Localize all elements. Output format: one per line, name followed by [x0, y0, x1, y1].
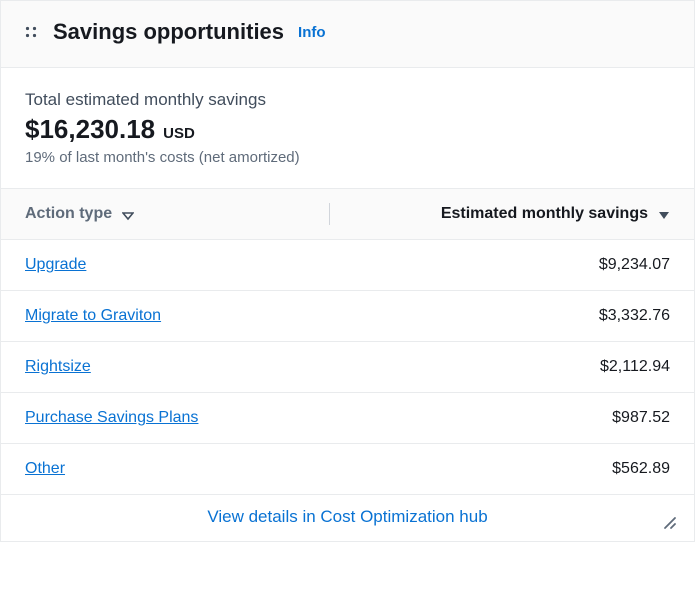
column-header-estimated-savings[interactable]: Estimated monthly savings: [378, 205, 670, 223]
total-savings-currency: USD: [163, 125, 195, 142]
action-type-cell: Other: [25, 460, 348, 478]
card-footer: View details in Cost Optimization hub: [1, 495, 694, 541]
action-type-cell: Migrate to Graviton: [25, 307, 348, 325]
table-header-row: Action type Estimated monthly savings: [1, 188, 694, 240]
column-header-action-type[interactable]: Action type: [25, 205, 317, 223]
view-details-link[interactable]: View details in Cost Optimization hub: [207, 507, 487, 527]
column-header-label: Action type: [25, 205, 112, 223]
savings-table: Action type Estimated monthly savings: [1, 188, 694, 495]
savings-opportunities-card: Savings opportunities Info Total estimat…: [0, 0, 695, 542]
table-row: Other $562.89: [1, 444, 694, 495]
total-savings-subtext: 19% of last month's costs (net amortized…: [25, 149, 670, 166]
total-savings-value-line: $16,230.18 USD: [25, 114, 670, 145]
estimated-savings-cell: $9,234.07: [348, 256, 671, 274]
action-type-link[interactable]: Migrate to Graviton: [25, 307, 161, 324]
estimated-savings-cell: $3,332.76: [348, 307, 671, 325]
action-type-cell: Purchase Savings Plans: [25, 409, 348, 427]
column-separator: [329, 203, 330, 225]
estimated-savings-cell: $562.89: [348, 460, 671, 478]
estimated-savings-cell: $987.52: [348, 409, 671, 427]
drag-handle-icon[interactable]: [23, 24, 39, 40]
table-row: Rightsize $2,112.94: [1, 342, 694, 393]
table-row: Purchase Savings Plans $987.52: [1, 393, 694, 444]
action-type-cell: Rightsize: [25, 358, 348, 376]
info-link[interactable]: Info: [298, 24, 326, 41]
column-header-label: Estimated monthly savings: [441, 205, 648, 223]
table-row: Migrate to Graviton $3,332.76: [1, 291, 694, 342]
summary-block: Total estimated monthly savings $16,230.…: [1, 68, 694, 188]
card-header: Savings opportunities Info: [1, 1, 694, 68]
action-type-link[interactable]: Other: [25, 460, 65, 477]
action-type-link[interactable]: Upgrade: [25, 256, 86, 273]
total-savings-label: Total estimated monthly savings: [25, 90, 670, 110]
table-row: Upgrade $9,234.07: [1, 240, 694, 291]
card-title: Savings opportunities: [53, 19, 284, 45]
sort-descending-icon: [658, 208, 670, 220]
total-savings-amount: $16,230.18: [25, 114, 155, 145]
estimated-savings-cell: $2,112.94: [348, 358, 671, 376]
resize-handle-icon[interactable]: [662, 515, 678, 531]
action-type-cell: Upgrade: [25, 256, 348, 274]
sort-icon: [122, 208, 134, 220]
action-type-link[interactable]: Purchase Savings Plans: [25, 409, 198, 426]
action-type-link[interactable]: Rightsize: [25, 358, 91, 375]
